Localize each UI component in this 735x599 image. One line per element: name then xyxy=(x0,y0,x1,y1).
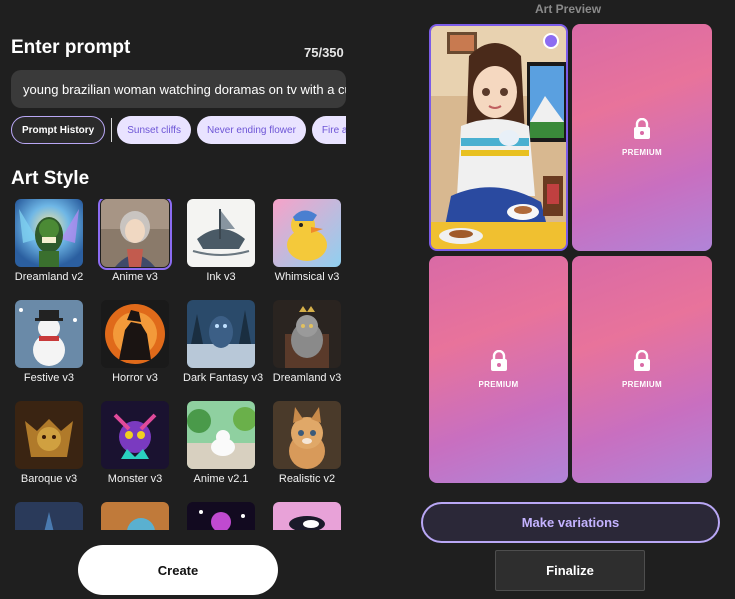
style-label: Baroque v3 xyxy=(20,473,78,485)
style-label: Dark Fantasy v3 xyxy=(183,372,264,384)
style-thumb xyxy=(101,502,169,530)
style-label: Whimsical v3 xyxy=(274,271,340,283)
create-button[interactable]: Create xyxy=(78,545,278,595)
style-tile-horror-v3[interactable]: Horror v3 xyxy=(97,300,173,384)
style-thumb-dreamland-v3 xyxy=(273,300,341,368)
art-preview-title: Art Preview xyxy=(535,2,602,16)
suggestion-chip-fire-and[interactable]: Fire and w xyxy=(311,116,346,144)
style-tile-whimsical-v3[interactable]: Whimsical v3 xyxy=(269,199,345,283)
style-thumb-realistic-v2 xyxy=(273,401,341,469)
preview-image-selected[interactable] xyxy=(429,24,568,251)
premium-label: PREMIUM xyxy=(622,148,662,157)
prompt-history-button[interactable]: Prompt History xyxy=(11,116,106,144)
style-tile-row4-1[interactable] xyxy=(11,502,87,530)
style-thumb-festive-v3 xyxy=(15,300,83,368)
premium-label: PREMIUM xyxy=(622,380,662,389)
style-tile-monster-v3[interactable]: Monster v3 xyxy=(97,401,173,485)
style-tile-ink-v3[interactable]: Ink v3 xyxy=(183,199,259,283)
style-tile-anime-v2-1[interactable]: Anime v2.1 xyxy=(183,401,259,485)
lock-icon xyxy=(634,118,650,139)
prompt-chips-row: Prompt History Sunset cliffs Never endin… xyxy=(11,116,346,144)
premium-label: PREMIUM xyxy=(478,380,519,389)
style-tile-dark-fantasy-v3[interactable]: Dark Fantasy v3 xyxy=(183,300,264,384)
style-tile-row4-3[interactable] xyxy=(183,502,259,530)
char-count: 75/350 xyxy=(304,45,344,60)
style-label: Realistic v2 xyxy=(278,473,336,485)
lock-icon xyxy=(490,350,507,371)
style-tile-dreamland-v3[interactable]: Dreamland v3 xyxy=(269,300,345,384)
style-label: Horror v3 xyxy=(112,372,158,384)
left-panel: Enter prompt 75/350 young brazilian woma… xyxy=(0,0,358,599)
style-thumb xyxy=(15,502,83,530)
premium-preview-1[interactable]: PREMIUM xyxy=(572,24,712,251)
style-tile-realistic-v2[interactable]: Realistic v2 xyxy=(269,401,345,485)
style-tile-row4-2[interactable] xyxy=(97,502,173,530)
selected-indicator[interactable] xyxy=(543,33,559,49)
style-thumb-monster-v3 xyxy=(101,401,169,469)
premium-preview-2[interactable]: PREMIUM xyxy=(429,256,568,483)
prompt-input[interactable]: young brazilian woman watching doramas o… xyxy=(11,70,346,108)
style-label: Anime v3 xyxy=(112,271,158,283)
style-tile-festive-v3[interactable]: Festive v3 xyxy=(11,300,87,384)
style-label: Monster v3 xyxy=(107,473,163,485)
style-label: Festive v3 xyxy=(23,372,75,384)
style-tile-baroque-v3[interactable]: Baroque v3 xyxy=(11,401,87,485)
style-thumb-anime-v3 xyxy=(98,199,172,270)
style-tile-dreamland-v2[interactable]: Dreamland v2 xyxy=(11,199,87,283)
premium-preview-3[interactable]: PREMIUM xyxy=(572,256,712,483)
suggestion-chip-sunset-cliffs[interactable]: Sunset cliffs xyxy=(117,116,191,144)
style-thumb-ink-v3 xyxy=(187,199,255,267)
style-thumb-dark-fantasy-v3 xyxy=(187,300,255,368)
make-variations-button[interactable]: Make variations xyxy=(421,502,720,543)
style-label: Dreamland v3 xyxy=(272,372,342,384)
style-thumb xyxy=(273,502,341,530)
style-label: Dreamland v2 xyxy=(14,271,84,283)
style-label: Anime v2.1 xyxy=(193,473,249,485)
style-tile-anime-v3[interactable]: Anime v3 xyxy=(97,199,173,283)
style-thumb-whimsical-v3 xyxy=(273,199,341,267)
art-preview-panel: Art Preview PREMIUM PREMIUM PREMIUM Make… xyxy=(415,0,735,599)
chip-divider xyxy=(111,118,113,142)
style-thumb-dreamland-v2 xyxy=(15,199,83,267)
style-thumb-baroque-v3 xyxy=(15,401,83,469)
anime-girl-illustration xyxy=(431,26,566,249)
art-style-title: Art Style xyxy=(11,168,90,189)
art-style-grid: Dreamland v2 Anime v3 Ink v3 Whimsical v… xyxy=(10,199,350,530)
finalize-button[interactable]: Finalize xyxy=(495,550,645,591)
lock-icon xyxy=(634,350,650,371)
style-thumb-horror-v3 xyxy=(101,300,169,368)
style-label: Ink v3 xyxy=(206,271,236,283)
prompt-title: Enter prompt xyxy=(11,37,131,58)
style-thumb xyxy=(187,502,255,530)
suggestion-chip-never-ending-flower[interactable]: Never ending flower xyxy=(196,116,306,144)
style-tile-row4-4[interactable] xyxy=(269,502,345,530)
style-thumb-anime-v2-1 xyxy=(187,401,255,469)
